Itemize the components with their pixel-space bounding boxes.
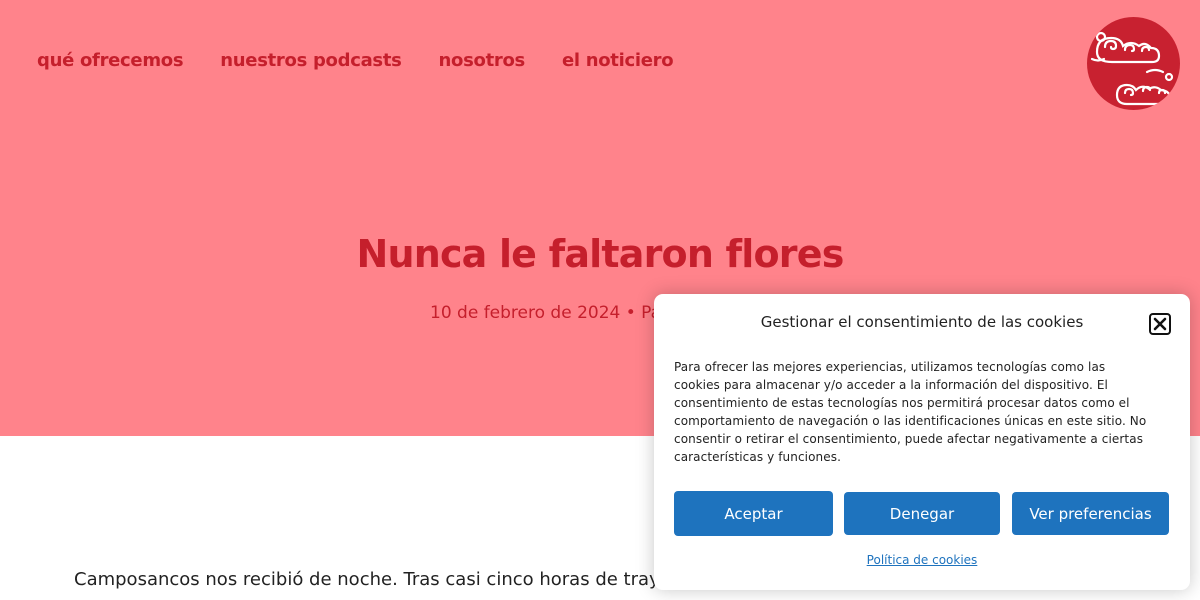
site-logo[interactable]	[1087, 17, 1180, 110]
article-title: Nunca le faltaron flores	[356, 232, 844, 276]
cookie-consent-dialog: Gestionar el consentimiento de las cooki…	[654, 294, 1190, 590]
nav-item-que-ofrecemos[interactable]: qué ofrecemos	[37, 50, 184, 71]
nav-item-nosotros[interactable]: nosotros	[439, 50, 526, 71]
close-icon	[1153, 317, 1167, 331]
cookie-dialog-title: Gestionar el consentimiento de las cooki…	[760, 313, 1084, 331]
main-nav: qué ofrecemos nuestros podcasts nosotros…	[37, 50, 710, 71]
cloud-logo-icon	[1090, 31, 1174, 106]
nav-item-nuestros-podcasts[interactable]: nuestros podcasts	[220, 50, 402, 71]
cookie-policy-link[interactable]: Política de cookies	[654, 553, 1190, 567]
nav-item-el-noticiero[interactable]: el noticiero	[562, 50, 674, 71]
preferences-button[interactable]: Ver preferencias	[1012, 492, 1169, 535]
deny-button[interactable]: Denegar	[844, 492, 1000, 535]
close-button[interactable]	[1149, 313, 1171, 335]
accept-button[interactable]: Aceptar	[674, 491, 833, 536]
cookie-dialog-text: Para ofrecer las mejores experiencias, u…	[674, 360, 1147, 464]
article-meta: 10 de febrero de 2024 • Pa	[430, 303, 662, 323]
